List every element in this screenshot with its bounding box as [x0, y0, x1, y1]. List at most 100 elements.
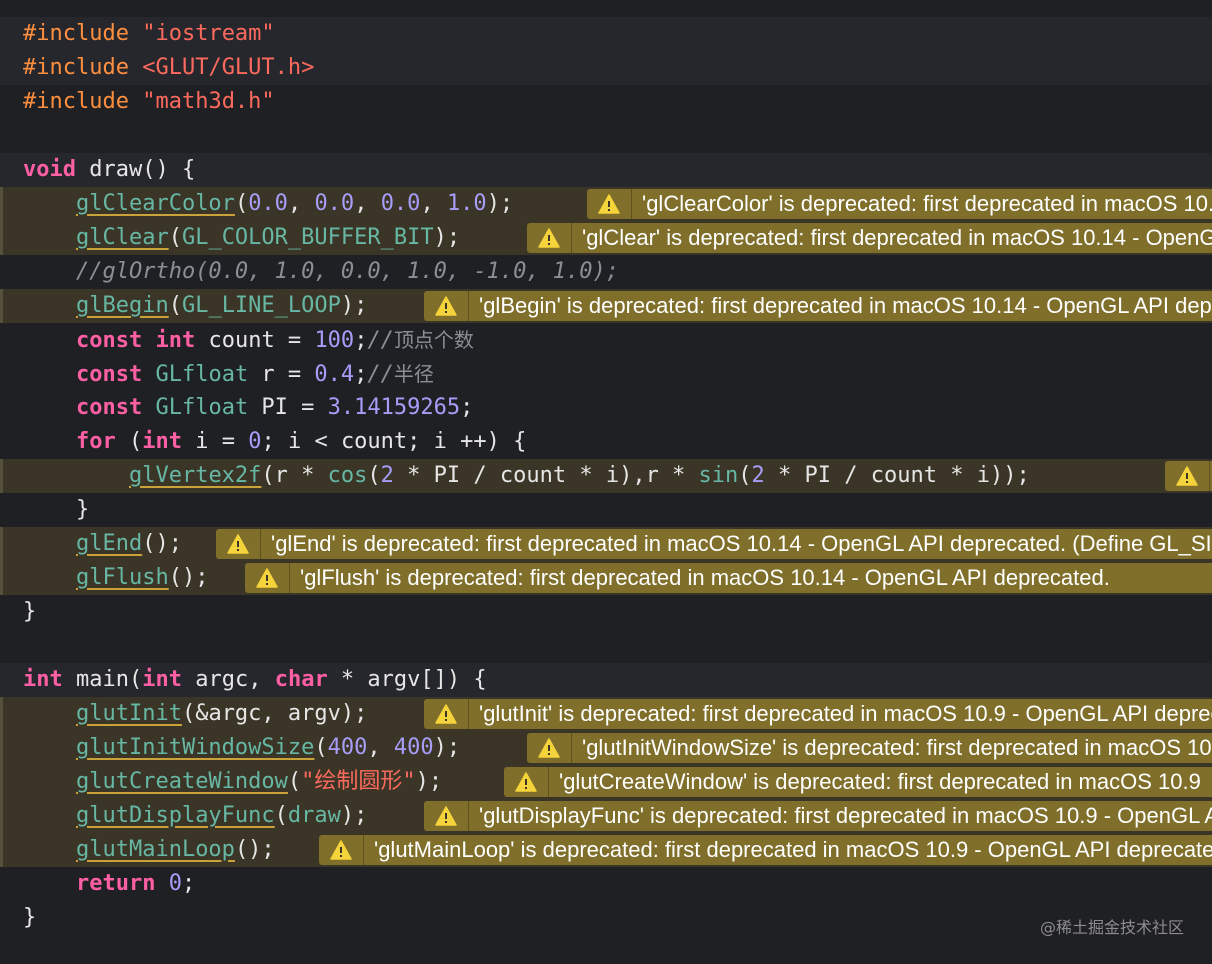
code-line[interactable]: glEnd(); 'glEnd' is deprecated: first dep…	[0, 527, 1212, 561]
code-token: 0.0	[314, 191, 355, 216]
code-token: (	[234, 191, 249, 216]
code-line[interactable]: #include <GLUT/GLUT.h>	[0, 51, 1212, 85]
code-text: const GLfloat PI = 3.14159265;	[23, 391, 473, 425]
code-token: 0	[168, 871, 182, 896]
warning-icon	[424, 801, 469, 831]
deprecation-warning-badge[interactable]: 'glutCreateWindow' is deprecated: first …	[504, 767, 1212, 797]
code-text: const GLfloat r = 0.4;//半径	[23, 357, 434, 392]
deprecation-warning-badge[interactable]: 'glClear' is deprecated: first deprecate…	[527, 223, 1212, 253]
code-token: glutMainLoop	[75, 837, 235, 862]
warning-message: 'glFlush' is deprecated: first deprecate…	[300, 565, 1110, 590]
code-token: //glOrtho(0.0, 1.0, 0.0, 1.0, -1.0, 1.0)…	[75, 259, 620, 284]
code-line[interactable]: void draw() {	[0, 153, 1212, 187]
code-line[interactable]	[0, 119, 1212, 153]
code-line[interactable]: #include "math3d.h"	[0, 85, 1212, 119]
warning-gutter-mark	[0, 697, 3, 731]
warning-icon	[1165, 461, 1210, 491]
warning-icon	[245, 563, 290, 593]
warning-gutter-mark	[0, 459, 3, 493]
code-token: for	[75, 429, 116, 454]
deprecation-warning-badge[interactable]: 'glutMainLoop' is deprecated: first depr…	[319, 835, 1212, 865]
warning-message: 'glBegin' is deprecated: first deprecate…	[479, 293, 1212, 318]
code-text: glEnd();	[23, 527, 182, 561]
code-token: glutCreateWindow	[75, 769, 288, 794]
warning-icon	[424, 291, 469, 321]
code-line[interactable]: const GLfloat PI = 3.14159265;	[0, 391, 1212, 425]
code-line[interactable]: glClear(GL_COLOR_BUFFER_BIT); 'glClear' i…	[0, 221, 1212, 255]
code-token: i =	[181, 429, 249, 454]
deprecation-warning-badge[interactable]: 'glFlush' is deprecated: first deprecate…	[245, 563, 1212, 593]
deprecation-warning-badge[interactable]: 'glutInit' is deprecated: first deprecat…	[424, 699, 1212, 729]
code-line[interactable]: const int count = 100;//顶点个数	[0, 323, 1212, 357]
code-editor[interactable]: #include "iostream" #include <GLUT/GLUT.h…	[0, 17, 1212, 935]
warning-icon	[424, 699, 469, 729]
code-line[interactable]: }	[0, 493, 1212, 527]
code-token: (	[168, 293, 182, 318]
code-token: GL_COLOR_BUFFER_BIT	[181, 225, 434, 250]
code-line[interactable]: }	[0, 901, 1212, 935]
warning-gutter-mark	[0, 527, 3, 561]
code-line[interactable]: const GLfloat r = 0.4;//半径	[0, 357, 1212, 391]
code-token: glClearColor	[75, 191, 235, 216]
deprecation-warning-badge[interactable]: 'glutDisplayFunc' is deprecated: first d…	[424, 801, 1212, 831]
code-line[interactable]: }	[0, 595, 1212, 629]
code-token: "iostream"	[142, 21, 275, 46]
code-token: (	[367, 463, 381, 488]
code-line[interactable]: glBegin(GL_LINE_LOOP); 'glBegin' is depre…	[0, 289, 1212, 323]
code-token: GLfloat	[155, 362, 249, 387]
warning-message: 'glClear' is deprecated: first deprecate…	[582, 225, 1212, 250]
code-token: 400	[327, 735, 368, 760]
deprecation-warning-badge[interactable]: 'glBegin' is deprecated: first deprecate…	[424, 291, 1212, 321]
warning-icon	[504, 767, 549, 797]
code-line[interactable]: glutInitWindowSize(400, 400); 'glutInitWi…	[0, 731, 1212, 765]
code-line[interactable]: glFlush(); 'glFlush' is deprecated: first…	[0, 561, 1212, 595]
code-line[interactable]: #include "iostream"	[0, 17, 1212, 51]
code-token: ,	[287, 191, 315, 216]
code-token: glFlush	[75, 565, 169, 590]
code-line[interactable]: glutInit(&argc, argv); 'glutInit' is depr…	[0, 697, 1212, 731]
deprecation-warning-badge[interactable]	[1165, 461, 1212, 491]
code-token: (	[738, 463, 752, 488]
code-token: //	[367, 328, 394, 353]
code-text: #include "iostream"	[23, 17, 275, 51]
code-line[interactable]: //glOrtho(0.0, 1.0, 0.0, 1.0, -1.0, 1.0)…	[0, 255, 1212, 289]
code-token: 0	[248, 429, 262, 454]
code-token: sin	[698, 463, 739, 488]
deprecation-warning-badge[interactable]: 'glutInitWindowSize' is deprecated: firs…	[527, 733, 1212, 763]
deprecation-warning-badge[interactable]: 'glClearColor' is deprecated: first depr…	[587, 189, 1212, 219]
code-line[interactable]: int main(int argc, char * argv[]) {	[0, 663, 1212, 697]
code-token: 0.0	[248, 191, 288, 216]
code-line[interactable]: glClearColor(0.0, 0.0, 0.0, 1.0); 'glClea…	[0, 187, 1212, 221]
warning-gutter-mark	[0, 221, 3, 255]
code-text: glVertex2f(r * cos(2 * PI / count * i),r…	[23, 459, 1030, 493]
deprecation-warning-badge[interactable]: 'glEnd' is deprecated: first deprecated …	[216, 529, 1212, 559]
code-text: }	[23, 901, 36, 935]
code-token: int	[142, 667, 182, 692]
code-text: glutInit(&argc, argv);	[23, 697, 367, 731]
code-token: (	[168, 225, 182, 250]
code-text: glutMainLoop();	[23, 833, 275, 867]
code-token: GLfloat	[155, 395, 249, 420]
code-token: ; i < count; i ++) {	[261, 429, 527, 454]
warning-gutter-mark	[0, 187, 3, 221]
code-line[interactable]: return 0;	[0, 867, 1212, 901]
code-line[interactable]: glutMainLoop(); 'glutMainLoop' is depreca…	[0, 833, 1212, 867]
code-token: glutInit	[75, 701, 182, 726]
code-line[interactable]	[0, 629, 1212, 663]
warning-gutter-mark	[0, 731, 3, 765]
code-line[interactable]: glutDisplayFunc(draw); 'glutDisplayFunc' …	[0, 799, 1212, 833]
code-line[interactable]: glVertex2f(r * cos(2 * PI / count * i),r…	[0, 459, 1212, 493]
code-line[interactable]: for (int i = 0; i < count; i ++) {	[0, 425, 1212, 459]
code-token: return	[75, 871, 156, 896]
code-line[interactable]: glutCreateWindow("绘制圆形"); 'glutCreateWind…	[0, 765, 1212, 799]
